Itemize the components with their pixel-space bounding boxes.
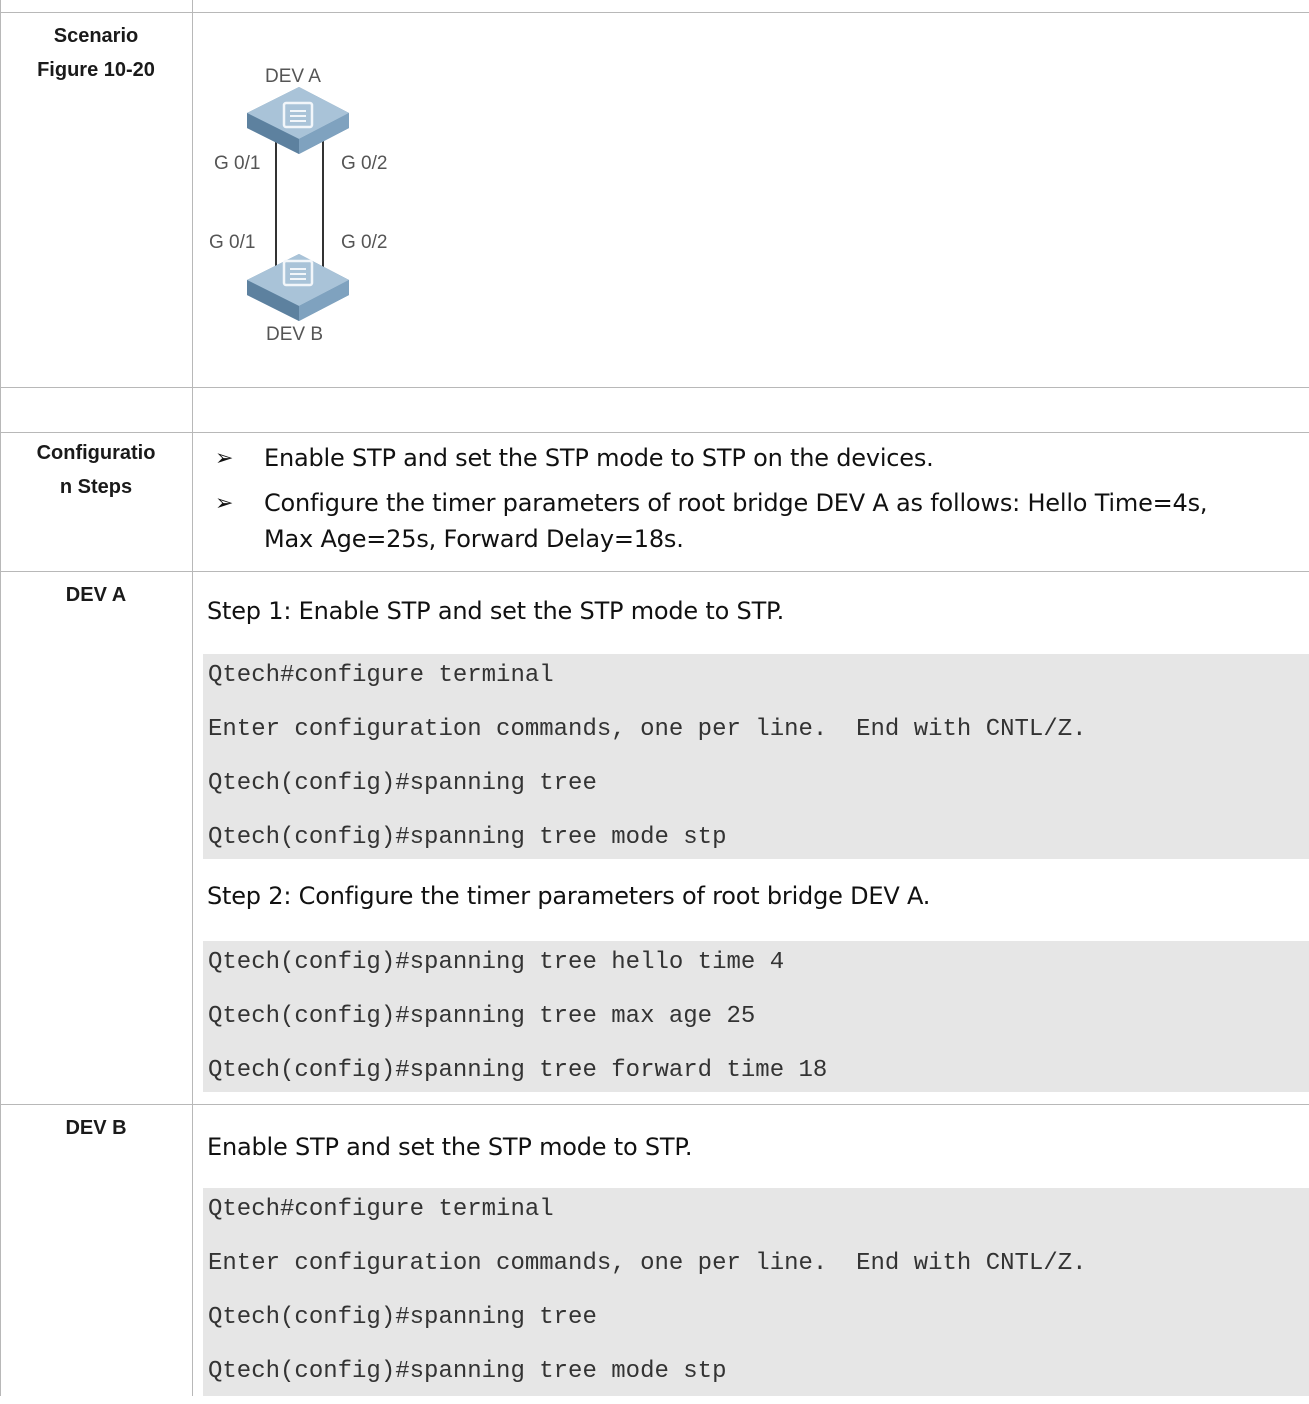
dev-a-step1-title: Step 1: Enable STP and set the STP mode …: [207, 597, 785, 625]
code-line: Qtech(config)#spanning tree forward time…: [208, 1057, 828, 1084]
dev-a-label: DEV A: [265, 66, 321, 87]
dev-a-row-label: DEV A: [65, 584, 127, 606]
config-steps-label-line2: n Steps: [59, 476, 133, 498]
dev-a-switch-icon: [247, 87, 349, 154]
scenario-label-line1: Scenario: [53, 25, 139, 47]
topology-diagram: DEV A G 0/1 G 0/2 G 0/1 G 0/2 DEV B: [209, 66, 387, 345]
table-top-border: [0, 12, 1309, 13]
dev-a-port-g01-label: G 0/1: [214, 153, 260, 174]
dev-b-row-label: DEV B: [65, 1117, 127, 1139]
dev-a-step2-code-block: Qtech(config)#spanning tree hello time 4…: [203, 941, 1309, 1092]
row-divider-dev-a: [0, 1104, 1309, 1105]
code-line: Qtech#configure terminal: [208, 662, 554, 689]
bullet-icon: ➢: [215, 446, 234, 471]
row-divider-config: [0, 571, 1309, 572]
table-left-border: [0, 0, 1, 1396]
row-divider-empty: [0, 432, 1309, 433]
scenario-label: Scenario Figure 10-20: [0, 19, 192, 87]
code-line: Qtech(config)#spanning tree: [208, 770, 597, 797]
table-column-divider: [192, 0, 193, 1396]
code-line: Qtech(config)#spanning tree max age 25: [208, 1003, 756, 1030]
dev-b-code-block: Qtech#configure terminal Enter configura…: [203, 1188, 1309, 1396]
config-step-item: Enable STP and set the STP mode to STP o…: [264, 444, 934, 472]
code-line: Enter configuration commands, one per li…: [208, 1250, 1087, 1277]
code-line: Qtech(config)#spanning tree: [208, 1304, 597, 1331]
scenario-figure-number: Figure 10-20: [37, 59, 155, 81]
config-step-item-continued: Max Age=25s, Forward Delay=18s.: [264, 525, 684, 553]
code-line: Enter configuration commands, one per li…: [208, 716, 1087, 743]
code-line: Qtech#configure terminal: [208, 1196, 554, 1223]
row-divider-scenario: [0, 387, 1309, 388]
dev-b-label: DEV B: [266, 324, 323, 345]
bullet-icon: ➢: [215, 491, 234, 516]
dev-a-step1-code-block: Qtech#configure terminal Enter configura…: [203, 654, 1309, 859]
code-line: Qtech(config)#spanning tree mode stp: [208, 824, 727, 851]
code-line: Qtech(config)#spanning tree hello time 4: [208, 949, 785, 976]
dev-b-title: Enable STP and set the STP mode to STP.: [207, 1133, 693, 1161]
config-steps-label-line1: Configuratio: [36, 442, 156, 464]
dev-b-port-g02-label: G 0/2: [341, 232, 387, 253]
dev-a-step2-title: Step 2: Configure the timer parameters o…: [207, 882, 931, 910]
dev-a-port-g02-label: G 0/2: [341, 153, 387, 174]
dev-b-port-g01-label: G 0/1: [209, 232, 255, 253]
dev-b-switch-icon: [247, 254, 349, 321]
config-steps-label: Configuratio n Steps: [0, 436, 192, 504]
config-step-item: Configure the timer parameters of root b…: [264, 489, 1208, 517]
